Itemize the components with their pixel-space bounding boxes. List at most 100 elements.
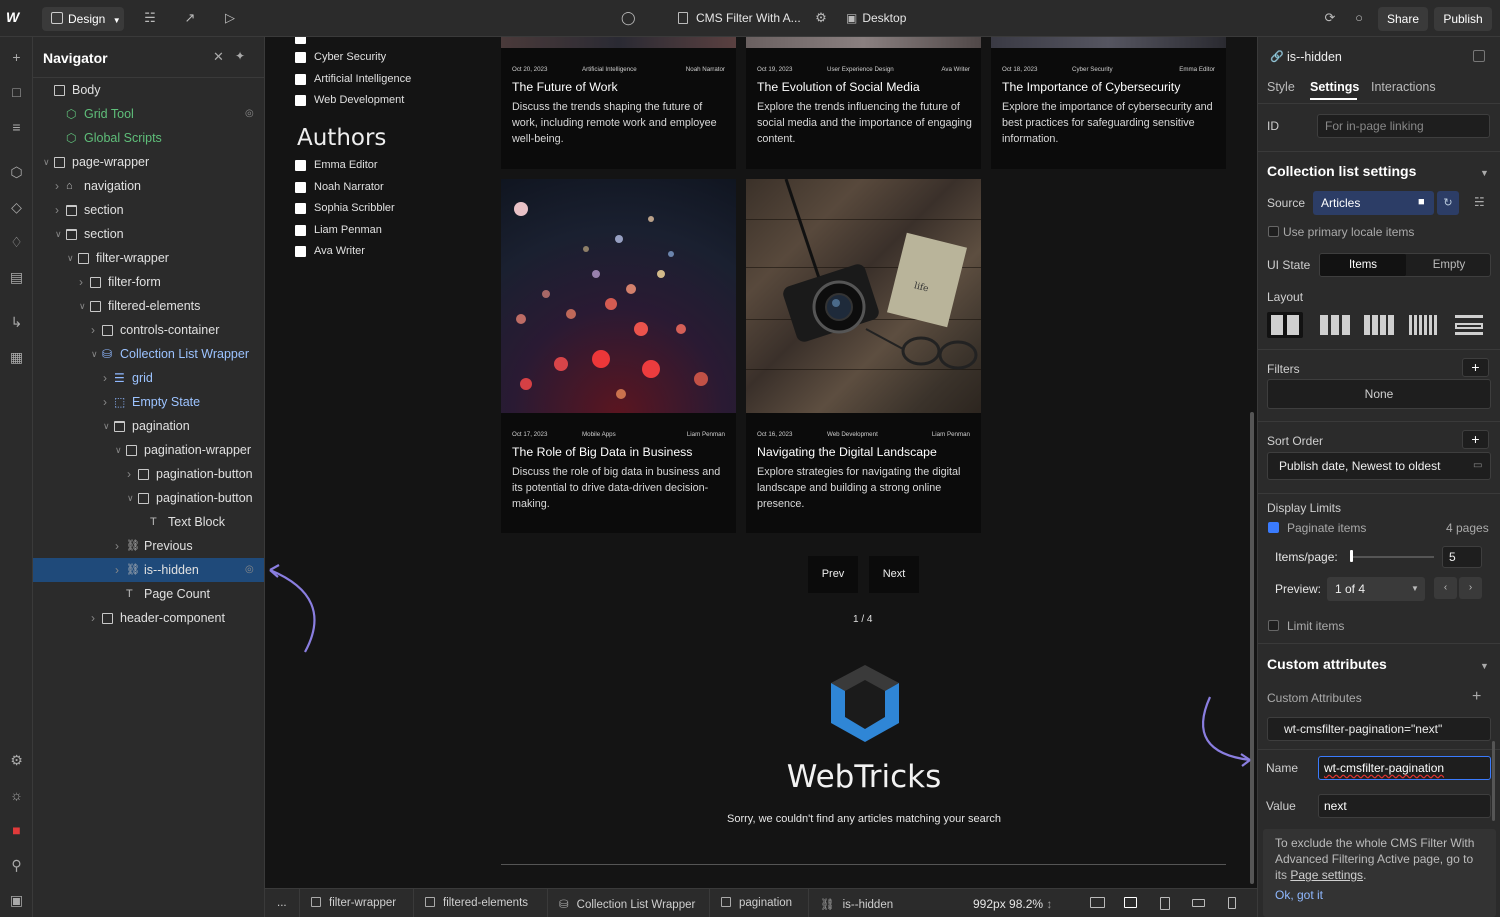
tab-style[interactable]: Style: [1267, 80, 1295, 94]
comments-icon[interactable]: ○: [1352, 11, 1366, 25]
article-card[interactable]: Oct 20, 2023 Artificial Intelligence Noah …: [501, 48, 736, 169]
navigator-item[interactable]: › ⛓ Previous: [33, 534, 264, 558]
id-input[interactable]: For in-page linking: [1317, 114, 1490, 138]
audit-icon[interactable]: ☼: [8, 787, 25, 804]
chevron-right-icon[interactable]: ›: [115, 558, 119, 582]
add-filter-button[interactable]: +: [1462, 358, 1489, 377]
record-icon[interactable]: ■: [8, 822, 25, 839]
custom-attribute-item[interactable]: wt-cmsfilter-pagination="next": [1267, 717, 1491, 741]
navigator-item[interactable]: ∨ filter-wrapper: [33, 246, 264, 270]
layout-6-column-icon[interactable]: [1409, 315, 1439, 335]
article-card[interactable]: Oct 18, 2023 Cyber Security Emma Editor The…: [991, 48, 1226, 169]
logic-icon[interactable]: ↳: [8, 314, 25, 331]
base-breakpoint-icon[interactable]: [1124, 897, 1137, 908]
breakpoint-selector[interactable]: ▣ Desktop: [846, 11, 906, 25]
analytics-icon[interactable]: ↗: [183, 11, 197, 25]
element-box-icon[interactable]: [1473, 50, 1485, 62]
design-mode-button[interactable]: Design ▼: [42, 7, 124, 31]
search-icon[interactable]: ⚲: [8, 857, 25, 874]
checkbox[interactable]: [295, 95, 306, 106]
tab-interactions[interactable]: Interactions: [1371, 80, 1436, 94]
ok-got-it-button[interactable]: Ok, got it: [1275, 887, 1484, 903]
add-sort-button[interactable]: +: [1462, 430, 1489, 449]
tablet-breakpoint-icon[interactable]: [1160, 897, 1170, 910]
source-link-button[interactable]: ↻: [1437, 191, 1459, 215]
navigator-item[interactable]: ∨ filtered-elements: [33, 294, 264, 318]
navigator-item[interactable]: ∨ pagination-wrapper: [33, 438, 264, 462]
checkbox[interactable]: [295, 37, 306, 44]
checkbox[interactable]: [295, 246, 306, 257]
sync-icon[interactable]: ⟳: [1323, 11, 1337, 25]
navigator-item[interactable]: T Page Count: [33, 582, 264, 606]
pin-icon[interactable]: ✦: [235, 49, 245, 63]
ui-state-empty[interactable]: Empty: [1406, 254, 1492, 276]
close-icon[interactable]: ✕: [213, 49, 224, 65]
canvas-scrollbar[interactable]: [1250, 412, 1254, 884]
sort-order-value[interactable]: Publish date, Newest to oldest ▭: [1267, 452, 1491, 480]
chevron-down-icon[interactable]: ∨: [55, 222, 62, 246]
navigator-item[interactable]: Body: [33, 78, 264, 102]
breadcrumb-item[interactable]: ⛁ Collection List Wrapper: [559, 897, 695, 911]
database-icon[interactable]: ☵: [1474, 195, 1485, 209]
paginate-checkbox[interactable]: [1268, 522, 1279, 533]
navigator-item[interactable]: ∨ ⛁ Collection List Wrapper: [33, 342, 264, 366]
navigator-item[interactable]: ∨ section: [33, 222, 264, 246]
tab-settings[interactable]: Settings: [1310, 80, 1359, 94]
navigator-icon[interactable]: ≡: [8, 119, 25, 136]
chevron-down-icon[interactable]: ▼: [1480, 661, 1489, 671]
chevron-down-icon[interactable]: ∨: [91, 342, 98, 366]
publish-button[interactable]: Publish: [1434, 7, 1492, 31]
chevron-right-icon[interactable]: ›: [103, 390, 107, 414]
layout-1-column-icon[interactable]: [1267, 312, 1303, 338]
style-selectors-icon[interactable]: ◇: [8, 199, 25, 216]
slider-handle[interactable]: [1350, 550, 1353, 562]
preview-select[interactable]: 1 of 4 ▼: [1327, 577, 1425, 601]
desktop-breakpoint-icon[interactable]: [1090, 897, 1105, 908]
chevron-right-icon[interactable]: ›: [79, 270, 83, 294]
navigator-item[interactable]: ∨ page-wrapper: [33, 150, 264, 174]
visibility-hidden-icon[interactable]: ◎: [245, 102, 254, 126]
attribute-value-input[interactable]: next: [1318, 794, 1491, 818]
checkbox[interactable]: [295, 52, 306, 63]
help-icon[interactable]: ▣: [8, 892, 25, 909]
checkbox[interactable]: [295, 160, 306, 171]
navigator-item[interactable]: ⬡ Grid Tool ◎: [33, 102, 264, 126]
webflow-logo-icon[interactable]: W: [6, 9, 28, 27]
apps-icon[interactable]: ▦: [8, 349, 25, 366]
navigator-item[interactable]: ∨ pagination: [33, 414, 264, 438]
layout-3-column-icon[interactable]: [1320, 315, 1350, 335]
breadcrumb-item[interactable]: pagination: [721, 897, 792, 909]
article-card[interactable]: Oct 17, 2023 Mobile Apps Liam Penman The Ro…: [501, 413, 736, 533]
chevron-right-icon[interactable]: ›: [91, 318, 95, 342]
mobile-landscape-breakpoint-icon[interactable]: [1192, 899, 1205, 907]
breadcrumb-item[interactable]: filter-wrapper: [311, 897, 396, 909]
primary-locale-checkbox[interactable]: [1268, 226, 1279, 237]
trash-icon[interactable]: ▭: [1473, 453, 1482, 479]
chevron-right-icon[interactable]: ›: [55, 174, 59, 198]
assets-icon[interactable]: ▤: [8, 269, 25, 286]
checkbox[interactable]: [295, 224, 306, 236]
page-settings-link[interactable]: Page settings: [1290, 868, 1363, 882]
navigator-item[interactable]: › ⌂ navigation: [33, 174, 264, 198]
pages-icon[interactable]: □: [8, 84, 25, 101]
chevron-down-icon[interactable]: ∨: [103, 414, 110, 438]
navigator-item[interactable]: › header-component: [33, 606, 264, 630]
navigator-item[interactable]: › pagination-button: [33, 462, 264, 486]
navigator-item[interactable]: › section: [33, 198, 264, 222]
preview-next-button[interactable]: ›: [1459, 577, 1482, 599]
design-canvas[interactable]: Cyber Security Artificial Intelligence Web…: [265, 37, 1257, 888]
article-card[interactable]: Oct 16, 2023 Web Development Liam Penman Na…: [746, 413, 981, 533]
chevron-right-icon[interactable]: ›: [127, 462, 131, 486]
navigator-item[interactable]: ∨ pagination-button: [33, 486, 264, 510]
mobile-portrait-breakpoint-icon[interactable]: [1228, 897, 1236, 909]
navigator-item[interactable]: › controls-container: [33, 318, 264, 342]
add-elements-icon[interactable]: +: [8, 49, 25, 66]
filters-value[interactable]: None: [1267, 379, 1491, 409]
preview-prev-button[interactable]: ‹: [1434, 577, 1457, 599]
items-per-page-input[interactable]: 5: [1442, 546, 1482, 568]
chevron-right-icon[interactable]: ›: [55, 198, 59, 222]
chevron-right-icon[interactable]: ›: [115, 534, 119, 558]
chevron-down-icon[interactable]: ∨: [67, 246, 74, 270]
share-button[interactable]: Share: [1378, 7, 1428, 31]
components-icon[interactable]: ⬡: [8, 164, 25, 181]
